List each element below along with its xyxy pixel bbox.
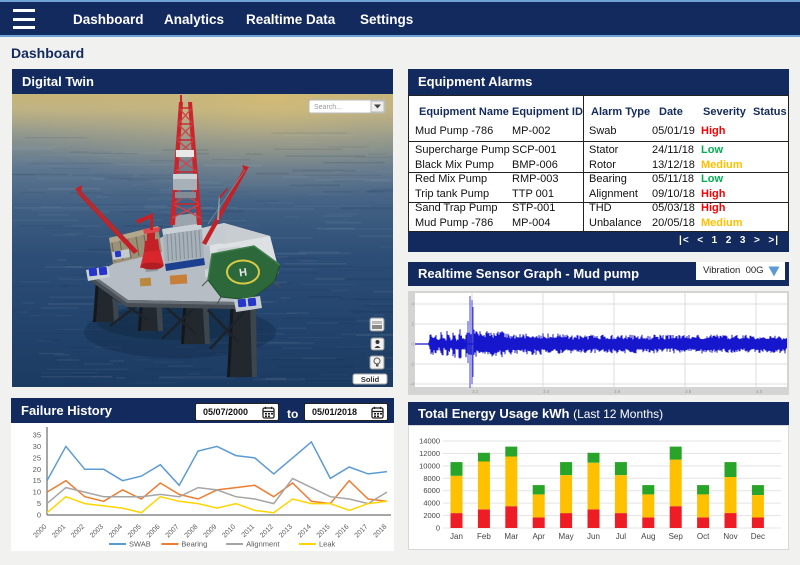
svg-text:0: 0 xyxy=(37,511,41,520)
svg-text:Jul: Jul xyxy=(616,532,626,541)
svg-text:2017: 2017 xyxy=(354,523,370,539)
svg-text:-4: -4 xyxy=(410,382,414,387)
svg-text:Nov: Nov xyxy=(723,532,737,541)
svg-text:20: 20 xyxy=(33,465,41,474)
svg-text:4000: 4000 xyxy=(423,499,440,508)
svg-text:2011: 2011 xyxy=(241,523,257,539)
svg-text:2008: 2008 xyxy=(184,523,200,539)
svg-text:Apr: Apr xyxy=(532,532,545,541)
svg-text:Sep: Sep xyxy=(669,532,684,541)
svg-text:2012: 2012 xyxy=(259,523,275,539)
svg-text:10000: 10000 xyxy=(419,461,440,470)
svg-text:10: 10 xyxy=(33,488,41,497)
svg-text:3.8: 3.8 xyxy=(685,389,692,394)
svg-text:3.4: 3.4 xyxy=(543,389,550,394)
svg-text:2007: 2007 xyxy=(165,523,181,539)
svg-text:2009: 2009 xyxy=(202,523,218,539)
svg-text:5: 5 xyxy=(37,499,41,508)
svg-text:2000: 2000 xyxy=(32,523,48,539)
svg-text:2003: 2003 xyxy=(89,523,105,539)
svg-text:15: 15 xyxy=(33,476,41,485)
svg-text:-2: -2 xyxy=(410,362,414,367)
svg-text:2015: 2015 xyxy=(316,523,332,539)
svg-text:Bearing: Bearing xyxy=(181,540,207,549)
svg-text:Leak: Leak xyxy=(319,540,336,549)
svg-text:0: 0 xyxy=(436,524,440,533)
svg-text:2001: 2001 xyxy=(51,523,67,539)
svg-text:May: May xyxy=(559,532,574,541)
svg-text:3.6: 3.6 xyxy=(614,389,621,394)
svg-text:Search...: Search... xyxy=(314,104,342,111)
svg-text:Jun: Jun xyxy=(587,532,600,541)
svg-text:35: 35 xyxy=(33,431,41,440)
svg-text:2014: 2014 xyxy=(297,523,313,539)
svg-text:Solid: Solid xyxy=(361,375,380,384)
svg-text:2000: 2000 xyxy=(423,511,440,520)
svg-text:2002: 2002 xyxy=(70,523,86,539)
svg-text:Jan: Jan xyxy=(450,532,463,541)
svg-text:25: 25 xyxy=(33,453,41,462)
svg-text:2004: 2004 xyxy=(108,523,124,539)
svg-text:2018: 2018 xyxy=(372,523,388,539)
svg-text:Feb: Feb xyxy=(477,532,491,541)
svg-text:Oct: Oct xyxy=(697,532,710,541)
svg-text:12000: 12000 xyxy=(419,449,440,458)
svg-text:2006: 2006 xyxy=(146,523,162,539)
svg-text:2010: 2010 xyxy=(221,523,237,539)
svg-text:Dec: Dec xyxy=(751,532,765,541)
svg-text:Aug: Aug xyxy=(641,532,655,541)
svg-text:30: 30 xyxy=(33,442,41,451)
svg-text:2016: 2016 xyxy=(335,523,351,539)
svg-text:6000: 6000 xyxy=(423,486,440,495)
svg-text:H: H xyxy=(238,266,248,279)
svg-text:2013: 2013 xyxy=(278,523,294,539)
svg-text:3.2: 3.2 xyxy=(472,389,479,394)
svg-text:4.0: 4.0 xyxy=(756,389,763,394)
svg-text:Alignment: Alignment xyxy=(246,540,280,549)
svg-text:8000: 8000 xyxy=(423,474,440,483)
svg-text:Mar: Mar xyxy=(504,532,518,541)
svg-text:2005: 2005 xyxy=(127,523,143,539)
svg-text:SWAB: SWAB xyxy=(129,540,151,549)
svg-text:14000: 14000 xyxy=(419,437,440,446)
